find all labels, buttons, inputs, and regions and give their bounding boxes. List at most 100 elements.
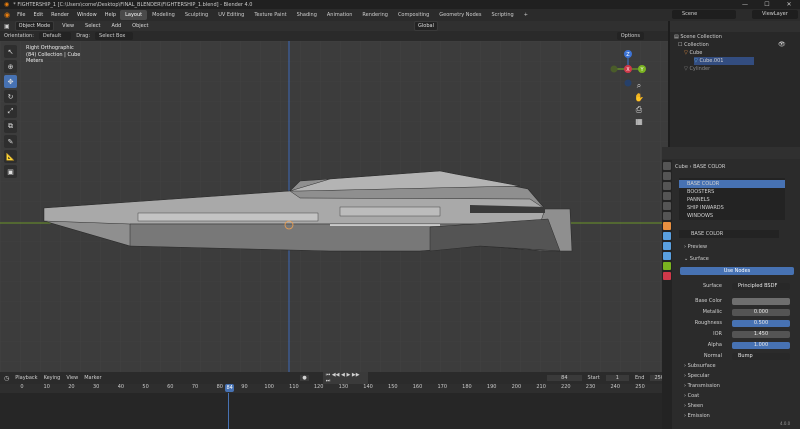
tab-texture-paint[interactable]: Texture Paint bbox=[249, 10, 291, 20]
current-frame-indicator[interactable]: 84 bbox=[225, 384, 235, 392]
scale-tool-icon[interactable]: ⤢ bbox=[4, 105, 17, 118]
roughness-field[interactable]: 0.500 bbox=[732, 320, 790, 327]
surface-section[interactable]: ⌄ Surface bbox=[674, 255, 794, 264]
close-button[interactable]: ✕ bbox=[778, 0, 800, 9]
drag-dropdown[interactable]: Select Box bbox=[95, 32, 134, 40]
menu-view-timeline[interactable]: View bbox=[66, 375, 78, 381]
preview-section[interactable]: › Preview bbox=[674, 243, 794, 252]
material-tab-icon[interactable] bbox=[663, 272, 671, 280]
view-layer-selector[interactable]: ViewLayer bbox=[752, 10, 798, 19]
timeline-editor-icon[interactable]: ◷ bbox=[4, 375, 9, 382]
measure-tool-icon[interactable]: 📐 bbox=[4, 150, 17, 163]
editor-type-icon[interactable]: ▣ bbox=[4, 23, 10, 30]
menu-marker[interactable]: Marker bbox=[84, 375, 101, 381]
tab-geometry-nodes[interactable]: Geometry Nodes bbox=[434, 10, 486, 20]
material-slot[interactable]: SHIP INWARDS bbox=[679, 204, 785, 212]
tab-animation[interactable]: Animation bbox=[322, 10, 358, 20]
menu-render[interactable]: Render bbox=[47, 12, 73, 18]
mode-dropdown[interactable]: Object Mode bbox=[14, 21, 55, 31]
tab-compositing[interactable]: Compositing bbox=[393, 10, 434, 20]
scene-name: Scene bbox=[682, 11, 698, 17]
annotate-tool-icon[interactable]: ✎ bbox=[4, 135, 17, 148]
window-title: * FIGHTERSHIP_1 [C:\Users\corne\Desktop\… bbox=[13, 1, 253, 8]
alpha-field[interactable]: 1.000 bbox=[732, 342, 790, 349]
blender-menu-icon[interactable]: ◉ bbox=[4, 11, 10, 19]
base-color-swatch[interactable] bbox=[732, 298, 790, 305]
orientation-dropdown[interactable]: Default bbox=[38, 32, 72, 40]
tab-modeling[interactable]: Modeling bbox=[147, 10, 180, 20]
material-name-field[interactable]: BASE COLOR bbox=[679, 230, 779, 238]
rotate-tool-icon[interactable]: ↻ bbox=[4, 90, 17, 103]
coat-section[interactable]: › Coat bbox=[674, 392, 794, 401]
menu-select[interactable]: Select bbox=[82, 22, 103, 30]
transform-orientation-dropdown[interactable]: Global bbox=[414, 21, 438, 31]
tool-tab-icon[interactable] bbox=[663, 162, 671, 170]
scene-tab-icon[interactable] bbox=[663, 202, 671, 210]
outliner-scene-collection[interactable]: ▤ Scene Collection bbox=[674, 33, 800, 41]
record-icon[interactable]: ● bbox=[300, 375, 309, 381]
material-slot[interactable]: BOOSTERS bbox=[679, 188, 785, 196]
3d-viewport[interactable]: Right Orthographic (84) Collection | Cub… bbox=[0, 41, 668, 372]
render-tab-icon[interactable] bbox=[663, 172, 671, 180]
menu-help[interactable]: Help bbox=[101, 12, 120, 18]
world-tab-icon[interactable] bbox=[663, 212, 671, 220]
minimize-button[interactable]: — bbox=[734, 0, 756, 9]
cursor-tool-icon[interactable]: ⊕ bbox=[4, 60, 17, 73]
transform-tool-icon[interactable]: ⧉ bbox=[4, 120, 17, 133]
menu-add[interactable]: Add bbox=[108, 22, 124, 30]
view-layer-tab-icon[interactable] bbox=[663, 192, 671, 200]
tab-uv-editing[interactable]: UV Editing bbox=[213, 10, 249, 20]
data-tab-icon[interactable] bbox=[663, 262, 671, 270]
transmission-section[interactable]: › Transmission bbox=[674, 382, 794, 391]
sheen-section[interactable]: › Sheen bbox=[674, 402, 794, 411]
outliner-row[interactable]: ▽ Cube bbox=[684, 49, 800, 57]
particles-tab-icon[interactable] bbox=[663, 242, 671, 250]
select-tool-icon[interactable]: ↖ bbox=[4, 45, 17, 58]
material-slot[interactable]: WINDOWS bbox=[679, 212, 785, 220]
outliner-row[interactable]: ▽ Cylinder bbox=[684, 65, 800, 73]
timeline-ruler[interactable]: 0 10 20 30 40 50 60 70 80 84 90 100 110 120 130 140 150 1… bbox=[0, 384, 668, 393]
output-tab-icon[interactable] bbox=[663, 182, 671, 190]
menu-window[interactable]: Window bbox=[73, 12, 101, 18]
normal-field[interactable]: Bump bbox=[732, 353, 790, 360]
menu-file[interactable]: File bbox=[13, 12, 29, 18]
tab-layout[interactable]: Layout bbox=[120, 10, 148, 20]
menu-view[interactable]: View bbox=[59, 22, 77, 30]
zoom-icon[interactable]: ⌕ bbox=[634, 81, 644, 91]
playback-controls[interactable]: ⏮ ◀◀ ◀ ▶ ▶▶ ⏭ bbox=[322, 372, 369, 384]
options-dropdown[interactable]: Options bbox=[616, 32, 644, 40]
tab-rendering[interactable]: Rendering bbox=[357, 10, 393, 20]
pan-hand-icon[interactable]: ✋ bbox=[634, 93, 644, 103]
specular-section[interactable]: › Specular bbox=[674, 372, 794, 381]
ior-field[interactable]: 1.450 bbox=[732, 331, 790, 338]
material-slot[interactable]: BASE COLOR bbox=[679, 180, 785, 188]
surface-shader-field[interactable]: Principled BSDF bbox=[732, 283, 790, 290]
metallic-field[interactable]: 0.000 bbox=[732, 309, 790, 316]
camera-icon[interactable]: ⎙ bbox=[634, 105, 644, 115]
add-cube-tool-icon[interactable]: ▣ bbox=[4, 165, 17, 178]
current-frame-field[interactable]: 84 bbox=[547, 375, 582, 381]
menu-playback[interactable]: Playback bbox=[15, 375, 37, 381]
menu-object[interactable]: Object bbox=[129, 22, 151, 30]
menu-keying[interactable]: Keying bbox=[44, 375, 61, 381]
emission-section[interactable]: › Emission bbox=[674, 412, 794, 421]
visibility-eye-icon[interactable]: 👁 bbox=[778, 41, 786, 48]
material-slot[interactable]: PANNELS bbox=[679, 196, 785, 204]
tab-scripting[interactable]: Scripting bbox=[486, 10, 518, 20]
menu-edit[interactable]: Edit bbox=[29, 12, 47, 18]
modifier-tab-icon[interactable] bbox=[663, 232, 671, 240]
maximize-button[interactable]: ☐ bbox=[756, 0, 778, 9]
tab-shading[interactable]: Shading bbox=[292, 10, 322, 20]
view-layer-name: ViewLayer bbox=[762, 11, 788, 17]
start-frame-field[interactable]: 1 bbox=[605, 375, 629, 381]
add-workspace-button[interactable]: + bbox=[519, 10, 533, 20]
use-nodes-button[interactable]: Use Nodes bbox=[680, 267, 794, 275]
move-tool-icon[interactable]: ✥ bbox=[4, 75, 17, 88]
outliner-row[interactable]: ▽ Cube.001 bbox=[694, 57, 754, 65]
object-tab-icon[interactable] bbox=[663, 222, 671, 230]
grid-toggle-icon[interactable]: ▦ bbox=[634, 117, 644, 127]
physics-tab-icon[interactable] bbox=[663, 252, 671, 260]
scene-selector[interactable]: Scene bbox=[672, 10, 736, 19]
tab-sculpting[interactable]: Sculpting bbox=[180, 10, 213, 20]
subsurface-section[interactable]: › Subsurface bbox=[674, 362, 794, 371]
